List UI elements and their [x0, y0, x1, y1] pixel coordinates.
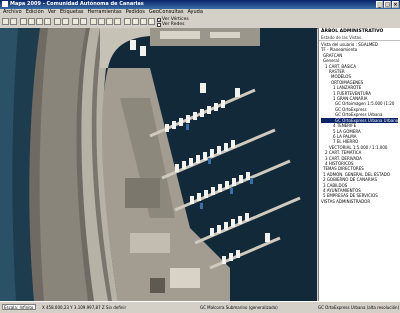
info-icon[interactable] — [62, 18, 69, 25]
scale-select[interactable]: Escala: Infinito — [2, 304, 36, 310]
redes-checkbox[interactable]: Ver Redes — [157, 22, 184, 27]
checkbox-vertices[interactable]: ✓ — [157, 17, 161, 22]
close-button[interactable]: × — [392, 1, 399, 8]
maximize-button[interactable]: □ — [384, 1, 391, 8]
zoom-out-icon[interactable] — [28, 18, 35, 25]
menu-bar: Archivo Edición Ver Etiquetas Herramient… — [0, 9, 400, 16]
layer-status-2: GC OrtoExpress Urbana (alta resolución) — [318, 305, 400, 310]
measure-icon[interactable] — [54, 18, 61, 25]
panel-title: ÁRBOL ADMINISTRATIVO — [321, 29, 384, 34]
title-bar: Mapa 2009 - Comunidad Autónoma de Canari… — [0, 0, 400, 9]
status-bar: Escala: Infinito X 458.000,23 Y 3.109.99… — [0, 301, 400, 313]
minimize-button[interactable]: _ — [376, 1, 383, 8]
layer-status-1: GC Malcorra Submarino (generalizado) — [200, 305, 278, 310]
query-icon[interactable] — [140, 18, 147, 25]
open-icon[interactable] — [2, 18, 9, 25]
menu-pedidos[interactable]: Pedidos — [126, 9, 145, 16]
help-icon[interactable] — [124, 18, 131, 25]
zoom-in-icon[interactable] — [20, 18, 27, 25]
coordinates-readout: X 458.000,23 Y 3.109.997,87 Z Sin defini… — [42, 305, 127, 310]
menu-edicion[interactable]: Edición — [26, 9, 44, 16]
redes-label: Ver Redes — [162, 22, 185, 27]
layers-icon[interactable] — [72, 18, 79, 25]
admin-tree-panel: ÁRBOL ADMINISTRATIVO Estado de las Vista… — [318, 28, 400, 301]
app-icon — [2, 1, 8, 7]
menu-ver[interactable]: Ver — [48, 9, 56, 16]
save-icon[interactable] — [10, 18, 17, 25]
view-tree[interactable]: Vista del usuario : SGALMED TF - Planeam… — [319, 41, 400, 205]
menu-etiquetas[interactable]: Etiquetas — [60, 9, 84, 16]
menu-archivo[interactable]: Archivo — [3, 9, 22, 16]
locate-icon[interactable] — [148, 18, 155, 25]
window-title: Mapa 2009 - Comunidad Autónoma de Canari… — [10, 1, 144, 7]
menu-geoconsultas[interactable]: GeoConsultas — [149, 9, 184, 16]
pan-icon[interactable] — [36, 18, 43, 25]
menu-ayuda[interactable]: Ayuda — [187, 9, 202, 16]
map-view[interactable] — [0, 28, 317, 301]
refresh-icon[interactable] — [90, 18, 97, 25]
tree-item[interactable]: VISTAS ADMINISTRADOR — [321, 199, 398, 204]
settings-icon[interactable] — [132, 18, 139, 25]
extent-icon[interactable] — [98, 18, 105, 25]
aerial-image[interactable] — [0, 28, 317, 301]
menu-herramientas[interactable]: Herramientas — [88, 9, 122, 16]
checkbox-redes[interactable] — [157, 22, 161, 27]
print-icon[interactable] — [80, 18, 87, 25]
forward-icon[interactable] — [114, 18, 121, 25]
select-icon[interactable] — [44, 18, 51, 25]
back-icon[interactable] — [106, 18, 113, 25]
